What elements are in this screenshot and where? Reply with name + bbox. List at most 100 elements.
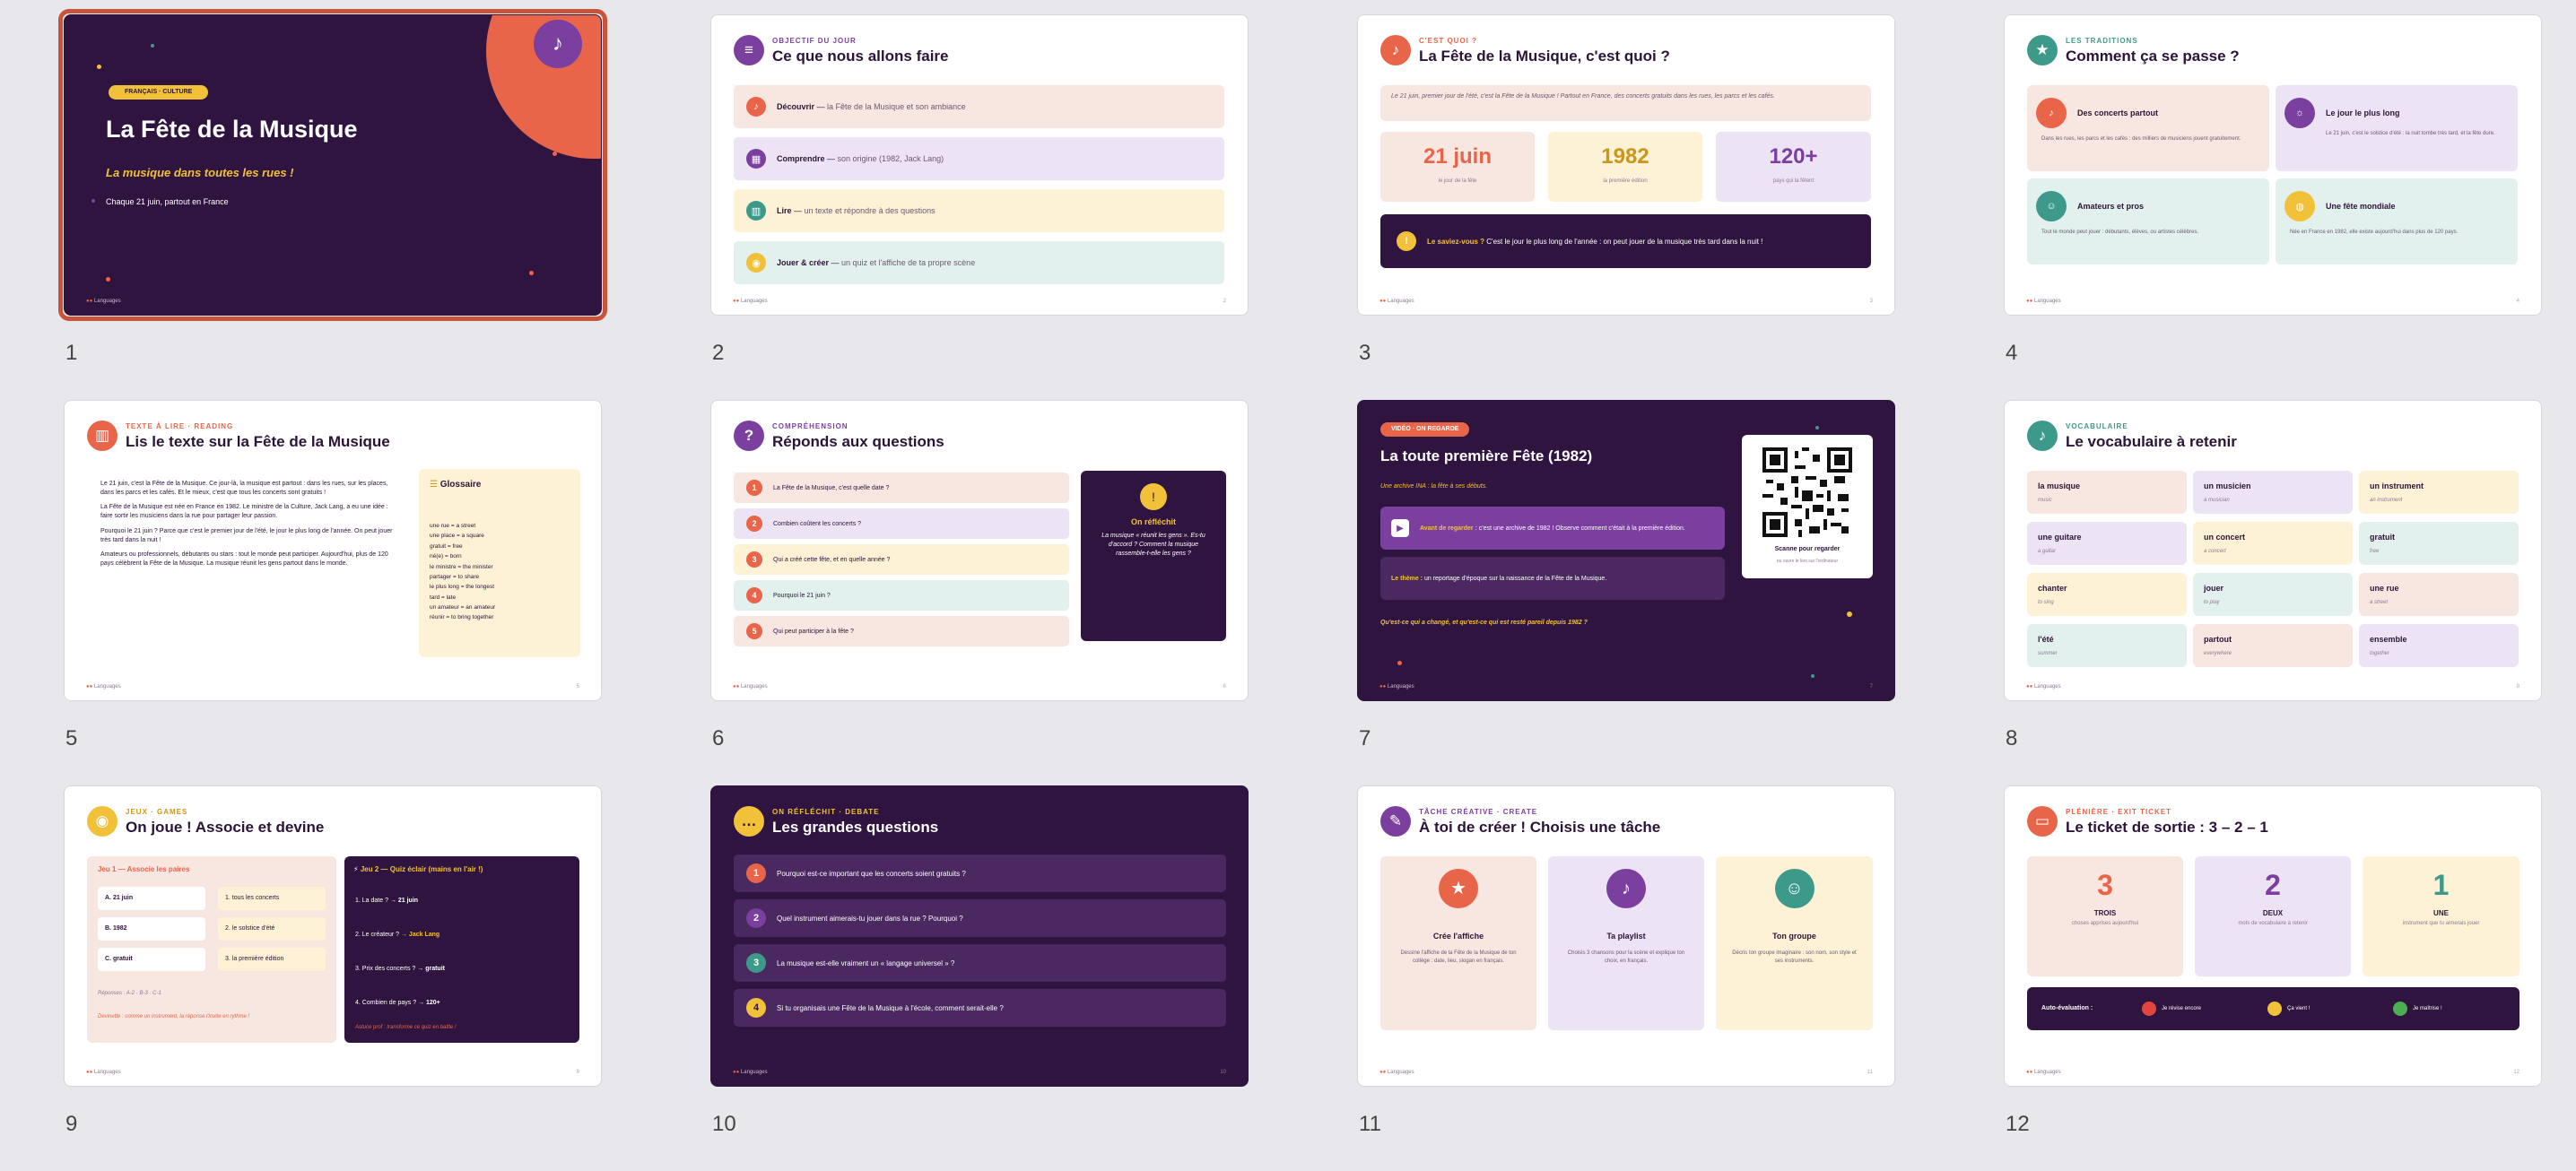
slide-title: Les grandes questions [772,819,939,836]
vocab-card: un concert a concert [2193,522,2353,565]
slide-title: Comment ça se passe ? [2066,48,2240,65]
goal-item: ◉ Jouer & créer — un quiz et l'affiche d… [734,241,1224,284]
brand-logo: ●● Languages [733,684,768,690]
gamepad-icon: ◉ [87,806,117,837]
goal-item: ♪ Découvrir — la Fête de la Musique et s… [734,85,1224,128]
slide-kicker: PLÉNIÈRE · EXIT TICKET [2066,808,2172,816]
debate-question: 1 Pourquoi est-ce important que les conce… [734,854,1226,892]
video-badge: VIDÉO · ON REGARDE [1380,422,1470,437]
brand-logo: ●● Languages [86,684,121,690]
vocab-card: gratuit free [2359,522,2519,565]
guitar-icon: ♪ [746,97,766,117]
goal-item: ▦ Comprendre — son origine (1982, Jack L… [734,137,1224,180]
theme-box: Le thème : un reportage d'époque sur la … [1380,557,1725,600]
slide-number: 2 [712,341,725,365]
reading-text: Le 21 juin, c'est la Fête de la Musique.… [100,481,393,567]
guitar-icon: ♪ [2027,421,2058,451]
slide-kicker: TÂCHE CRÉATIVE · CREATE [1419,808,1538,816]
play-icon[interactable]: ▶ [1391,519,1409,537]
slide-number: 7 [1359,726,1371,750]
vocab-card: ensemble together [2359,624,2519,667]
chat-icon: … [734,806,764,837]
vocab-card: la musique music [2027,471,2187,514]
ticket-icon: ▭ [2027,806,2058,837]
debate-question: 2 Quel instrument aimerais-tu jouer dans … [734,899,1226,937]
slide-number: 6 [712,726,725,750]
slide-kicker: COMPRÉHENSION [772,422,849,430]
slide-title: La Fête de la Musique, c'est quoi ? [1419,48,1670,65]
guitar-icon: ♪ [1380,35,1411,65]
slide-number: 4 [2006,341,2018,365]
exit-ticket-card: 2 DEUX mots de vocabulaire à retenir [2195,856,2351,976]
self-assessment-bar: Auto-évaluation : Je révise encore Ça vi… [2027,987,2519,1030]
slide-subtitle: Une archive INA : la fête à ses débuts. [1380,483,1488,490]
exit-ticket-card: 3 TROIS choses apprises aujourd'hui [2027,856,2183,976]
level-yellow[interactable]: Ça vient ! [2267,1002,2310,1016]
guitar-icon: ♪ [2036,98,2067,128]
slide-subtitle: La musique dans toutes les rues ! [106,166,294,179]
slide-kicker: C'EST QUOI ? [1419,37,1478,45]
vocab-card: une rue a street [2359,573,2519,616]
guitar-icon: ♪ [1606,869,1646,908]
star-icon: ★ [2027,35,2058,65]
stat-card: 120+ pays qui la fêtent [1716,132,1871,202]
brand-logo: ●● Languages [733,1070,768,1075]
slide-number: 1 [65,341,78,365]
slide-title: À toi de créer ! Choisis une tâche [1419,819,1661,836]
brand-logo: ●● Languages [1379,299,1414,304]
slide-title: La toute première Fête (1982) [1380,447,1593,464]
slide-number: 11 [1359,1112,1381,1136]
vocab-card: un instrument an instrument [2359,471,2519,514]
globe-icon: ◍ [2284,191,2315,221]
tradition-card: ◍ Une fête mondiale Née en France en 198… [2276,178,2518,265]
slide-number: 5 [65,726,78,750]
question-row: 4 Pourquoi le 21 juin ? [734,580,1069,611]
slide-title: On joue ! Associe et devine [126,819,325,836]
exit-ticket-card: 1 UNE instrument que tu aimerais jouer [2363,856,2519,976]
sun-icon: ☼ [2284,98,2315,128]
lightbulb-icon: ! [1140,483,1167,510]
debate-question: 3 La musique est-elle vraiment un « langa… [734,944,1226,982]
stat-card: 1982 la première édition [1548,132,1702,202]
pencil-icon: ✎ [1380,806,1411,837]
slide-title: Le ticket de sortie : 3 – 2 – 1 [2066,819,2268,836]
brand-logo: ●● Languages [86,1070,121,1075]
subject-badge: FRANÇAIS · CULTURE [109,85,209,100]
slide-kicker: OBJECTIF DU JOUR [772,37,857,45]
book-icon: ▥ [87,421,117,451]
brand-logo: ●● Languages [2026,1070,2061,1075]
qr-card[interactable]: Scanne pour regarder ou ouvre le lien su… [1742,435,1873,578]
slide-number: 12 [2006,1112,2030,1136]
video-play-box[interactable]: ▶ Avant de regarder : c'est une archive … [1380,507,1725,550]
intro-text: Le 21 juin, premier jour de l'été, c'est… [1380,85,1871,121]
slide-title: Lis le texte sur la Fête de la Musique [126,433,390,450]
vocab-card: l'été summer [2027,624,2187,667]
task-card: ★ Crée l'affiche Dessine l'affiche de la… [1380,856,1536,1030]
tradition-card: ☺ Amateurs et pros Tout le monde peut jo… [2027,178,2269,265]
brand-logo: ●● Languages [2026,299,2061,304]
star-icon: ★ [1439,869,1478,908]
slide-date: Chaque 21 juin, partout en France [106,197,229,206]
people-icon: ☺ [1774,869,1815,908]
slide-kicker: LES TRADITIONS [2066,37,2138,45]
matching-game-panel: Jeu 1 — Associe les paires A. 21 juin B.… [87,856,336,1043]
level-green[interactable]: Je maîtrise ! [2393,1002,2442,1016]
video-question: Qu'est-ce qui a changé, et qu'est-ce qui… [1380,620,1588,626]
task-card: ☺ Ton groupe Décris ton groupe imaginair… [1716,856,1873,1030]
stat-card: 21 juin le jour de la fête [1380,132,1535,202]
vocab-card: un musicien a musician [2193,471,2353,514]
task-card: ♪ Ta playlist Choisis 3 chansons pour la… [1548,856,1704,1030]
book-icon: ▥ [746,201,766,221]
qr-code-image[interactable] [1762,447,1852,537]
level-red[interactable]: Je révise encore [2142,1002,2201,1016]
glossary-panel: ☰ Glossaire une rue = a street une place … [419,469,580,657]
slide-kicker: JEUX · GAMES [126,808,188,816]
brand-logo: ●● Languages [1379,684,1414,690]
question-row: 5 Qui peut participer à la fête ? [734,616,1069,646]
slide-kicker: VOCABULAIRE [2066,422,2128,430]
calendar-icon: ▦ [746,149,766,169]
tradition-card: ♪ Des concerts partout Dans les rues, le… [2027,85,2269,171]
brand-logo: ●● Languages [86,299,121,304]
lightbulb-icon: ! [1397,231,1416,251]
quiz-panel: ⚡ Jeu 2 — Quiz éclair (mains en l'air !)… [344,856,579,1043]
